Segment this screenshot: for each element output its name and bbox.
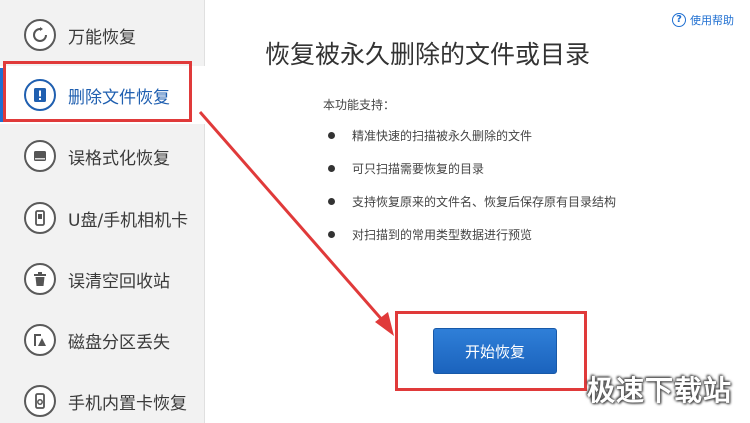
partition-icon: [24, 324, 56, 356]
start-recovery-button[interactable]: 开始恢复: [433, 328, 557, 374]
sidebar-item-partition-lost[interactable]: 磁盘分区丢失: [0, 311, 205, 369]
sidebar-item-usb-camera-card[interactable]: U盘/手机相机卡: [0, 189, 205, 247]
sidebar-item-format-recovery[interactable]: 误格式化恢复: [0, 127, 205, 185]
list-item: 精准快速的扫描被永久删除的文件: [326, 127, 616, 160]
disk-icon: [24, 140, 56, 172]
help-label: 使用帮助: [690, 14, 734, 27]
sidebar-item-label: 删除文件恢复: [68, 87, 170, 108]
feature-list: 精准快速的扫描被永久删除的文件 可只扫描需要恢复的目录 支持恢复原来的文件名、恢…: [326, 127, 616, 259]
sidebar-item-phone-internal-card[interactable]: 手机内置卡恢复: [0, 372, 205, 423]
sidebar-item-label: 万能恢复: [68, 27, 136, 48]
sidebar: 万能恢复 删除文件恢复 误格式化恢复 U盘/手机相机卡 误清空回收站 磁盘分区丢…: [0, 0, 205, 423]
sidebar-item-label: U盘/手机相机卡: [68, 210, 189, 231]
support-label: 本功能支持：: [323, 98, 396, 112]
sidebar-item-label: 误格式化恢复: [68, 148, 170, 169]
alert-file-icon: [24, 79, 56, 111]
list-item: 对扫描到的常用类型数据进行预览: [326, 226, 616, 259]
help-icon: ?: [672, 13, 686, 27]
list-item: 可只扫描需要恢复的目录: [326, 160, 616, 193]
watermark: 极速下载站: [586, 374, 732, 407]
usb-icon: [24, 202, 56, 234]
sidebar-item-universal-recovery[interactable]: 万能恢复: [0, 6, 205, 64]
sidebar-item-recycle-bin[interactable]: 误清空回收站: [0, 250, 205, 308]
trash-icon: [24, 263, 56, 295]
sidebar-item-label: 磁盘分区丢失: [68, 332, 170, 353]
list-item: 支持恢复原来的文件名、恢复后保存原有目录结构: [326, 193, 616, 226]
sidebar-item-deleted-file-recovery[interactable]: 删除文件恢复: [0, 66, 205, 124]
sidebar-item-label: 误清空回收站: [68, 271, 170, 292]
page-title: 恢复被永久删除的文件或目录: [265, 40, 591, 69]
refresh-icon: [24, 19, 56, 51]
help-link[interactable]: ? 使用帮助: [672, 12, 734, 28]
phone-icon: [24, 385, 56, 417]
sidebar-item-label: 手机内置卡恢复: [68, 393, 187, 414]
